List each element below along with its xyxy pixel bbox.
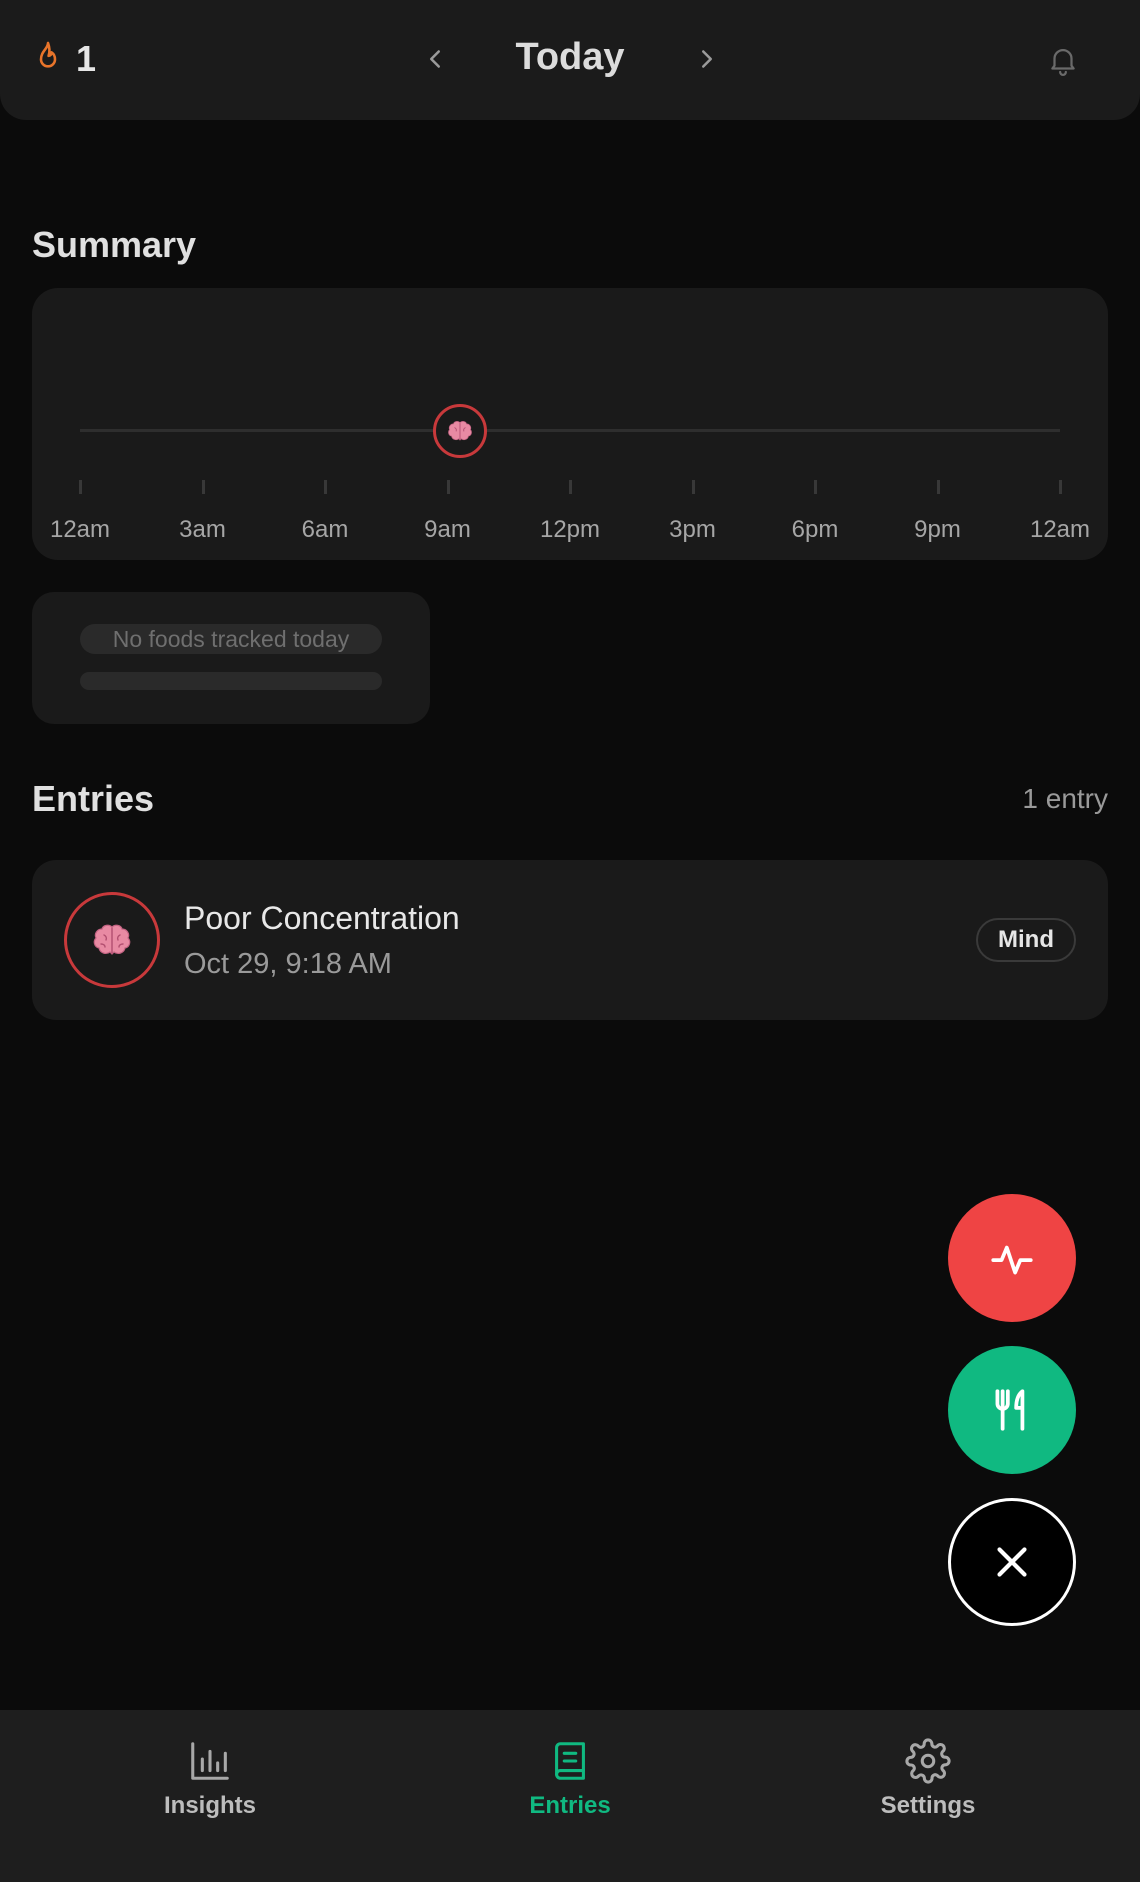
add-food-button[interactable]	[948, 1346, 1076, 1474]
next-day-button[interactable]	[692, 44, 722, 74]
top-bar: 1 Today	[0, 0, 1140, 120]
timeline-tick	[936, 480, 940, 494]
timeline-tick-label: 9am	[424, 516, 471, 543]
timeline-tick	[446, 480, 450, 494]
foods-card[interactable]: No foods tracked today	[32, 592, 430, 724]
timeline-tick-label: 6pm	[791, 516, 839, 543]
previous-day-button[interactable]	[420, 44, 450, 74]
entry-item[interactable]: Poor Concentration Oct 29, 9:18 AM Mind	[32, 860, 1108, 1020]
brain-icon	[93, 924, 131, 955]
timeline-tick-label: 12am	[1029, 516, 1091, 543]
app-screen: 1 Today Summary 12am 3am 6am 9am 12pm 3pm 6pm 9…	[0, 0, 1140, 1882]
flame-icon	[34, 40, 62, 79]
summary-title: Summary	[32, 224, 197, 265]
timeline-tick-label: 3am	[179, 516, 226, 543]
nav-label-insights: Insights	[163, 1792, 256, 1819]
timeline-tick	[814, 480, 817, 494]
no-foods-label: No foods tracked today	[80, 624, 382, 654]
food-placeholder-bar	[80, 672, 382, 690]
timeline-tick	[324, 480, 327, 494]
gear-icon	[905, 1738, 951, 1784]
timeline-tick-label: 12pm	[539, 516, 601, 543]
bell-icon	[1051, 49, 1075, 76]
entry-timestamp: Oct 29, 9:18 AM	[184, 948, 392, 980]
close-menu-button[interactable]	[948, 1498, 1076, 1626]
entry-title: Poor Concentration	[184, 900, 460, 936]
nav-label-entries: Entries	[529, 1792, 611, 1819]
brain-icon	[447, 421, 472, 441]
notifications-button[interactable]	[1046, 42, 1080, 78]
nav-item-entries[interactable]: Entries	[450, 1738, 690, 1820]
timeline-tick-label: 3pm	[669, 516, 716, 543]
add-symptom-button[interactable]	[948, 1194, 1076, 1322]
timeline-tick-label: 6am	[301, 516, 349, 543]
timeline-tick	[691, 480, 695, 494]
page-title: Today	[515, 36, 625, 78]
timeline-tick	[201, 480, 205, 494]
nav-label-settings: Settings	[880, 1792, 976, 1819]
entry-category-avatar	[64, 892, 160, 988]
bottom-navigation: Insights Entries Settings	[0, 1710, 1140, 1882]
timeline-tick	[79, 480, 82, 494]
entries-count: 1 entry	[1022, 783, 1108, 814]
timeline-tick-label: 12am	[49, 516, 111, 543]
timeline-tick	[569, 480, 572, 494]
timeline-tick	[1059, 480, 1062, 494]
chevron-left-icon	[430, 50, 440, 68]
entry-category-badge: Mind	[976, 918, 1076, 962]
nav-item-insights[interactable]: Insights	[90, 1738, 330, 1820]
entries-title: Entries	[32, 778, 155, 819]
timeline-track	[80, 429, 1060, 432]
streak-count: 1	[76, 38, 97, 79]
close-icon	[997, 1547, 1027, 1577]
timeline-tick-label: 9pm	[914, 516, 961, 543]
summary-timeline-card: 12am 3am 6am 9am 12pm 3pm 6pm 9pm 12am	[32, 288, 1108, 560]
nav-item-settings[interactable]: Settings	[808, 1738, 1048, 1820]
bar-chart-icon	[191, 1742, 229, 1780]
streak-indicator[interactable]: 1	[34, 38, 96, 80]
book-icon	[555, 1742, 585, 1780]
chevron-right-icon	[702, 50, 712, 68]
utensils-icon	[995, 1389, 1025, 1431]
timeline-event-marker[interactable]	[432, 404, 487, 458]
pulse-icon	[991, 1245, 1033, 1275]
